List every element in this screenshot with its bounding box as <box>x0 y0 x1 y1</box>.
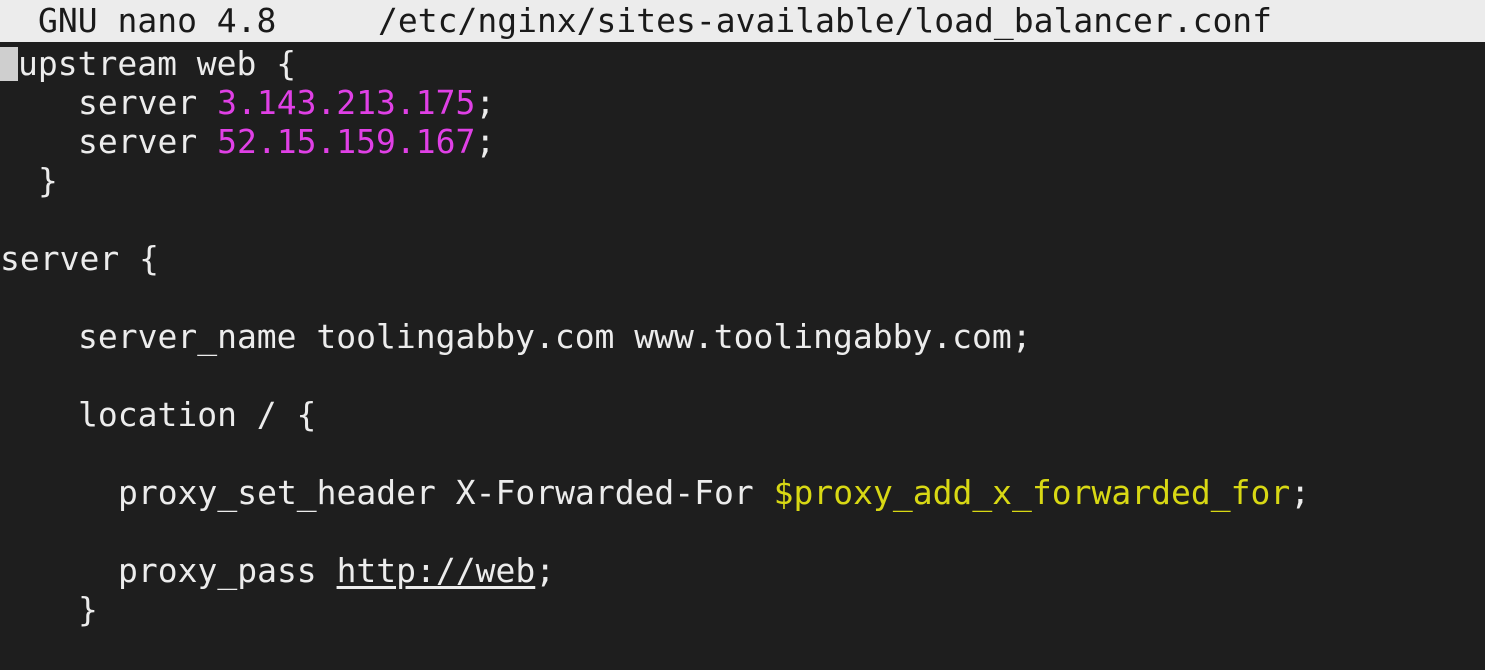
code-line-6[interactable]: server { <box>0 239 159 278</box>
code-line-12[interactable]: proxy_set_header X-Forwarded-For $proxy_… <box>118 473 1310 512</box>
nano-title-bar: GNU nano 4.8 /etc/nginx/sites-available/… <box>0 0 1485 42</box>
terminal-window: GNU nano 4.8 /etc/nginx/sites-available/… <box>0 0 1485 670</box>
server-name-directive: server_name toolingabby.com www.toolinga… <box>78 317 1032 356</box>
code-line-10[interactable]: location / { <box>78 395 316 434</box>
server-keyword: server <box>78 83 198 122</box>
location-block-end: } <box>78 590 98 629</box>
server-block-start: server { <box>0 239 159 278</box>
server-ip-1: 3.143.213.175 <box>217 83 476 122</box>
proxy-pass-directive: proxy_pass <box>118 551 317 590</box>
server-ip-2: 52.15.159.167 <box>217 122 476 161</box>
proxy-url: http://web <box>336 551 536 590</box>
code-line-4[interactable]: } <box>38 161 58 200</box>
code-line-8[interactable]: server_name toolingabby.com www.toolinga… <box>78 317 1032 356</box>
upstream-block-start: upstream web { <box>18 44 297 83</box>
code-line-1[interactable]: upstream web { <box>0 44 296 83</box>
proxy-variable: $proxy_add_x_forwarded_for <box>773 473 1291 512</box>
upstream-block-end: } <box>38 161 58 200</box>
location-block-start: location / { <box>78 395 317 434</box>
proxy-set-header-directive: proxy_set_header X-Forwarded-For <box>118 473 754 512</box>
code-line-15[interactable]: } <box>78 590 98 629</box>
code-line-14[interactable]: proxy_pass http://web; <box>118 551 555 590</box>
editor-name: GNU nano 4.8 <box>38 1 277 40</box>
file-path: /etc/nginx/sites-available/load_balancer… <box>378 1 1273 40</box>
server-keyword: server <box>78 122 198 161</box>
text-cursor <box>0 47 18 81</box>
text-editor-area[interactable]: upstream web { server 3.143.213.175; ser… <box>0 42 1485 670</box>
code-line-2[interactable]: server 3.143.213.175; <box>78 83 495 122</box>
code-line-3[interactable]: server 52.15.159.167; <box>78 122 495 161</box>
